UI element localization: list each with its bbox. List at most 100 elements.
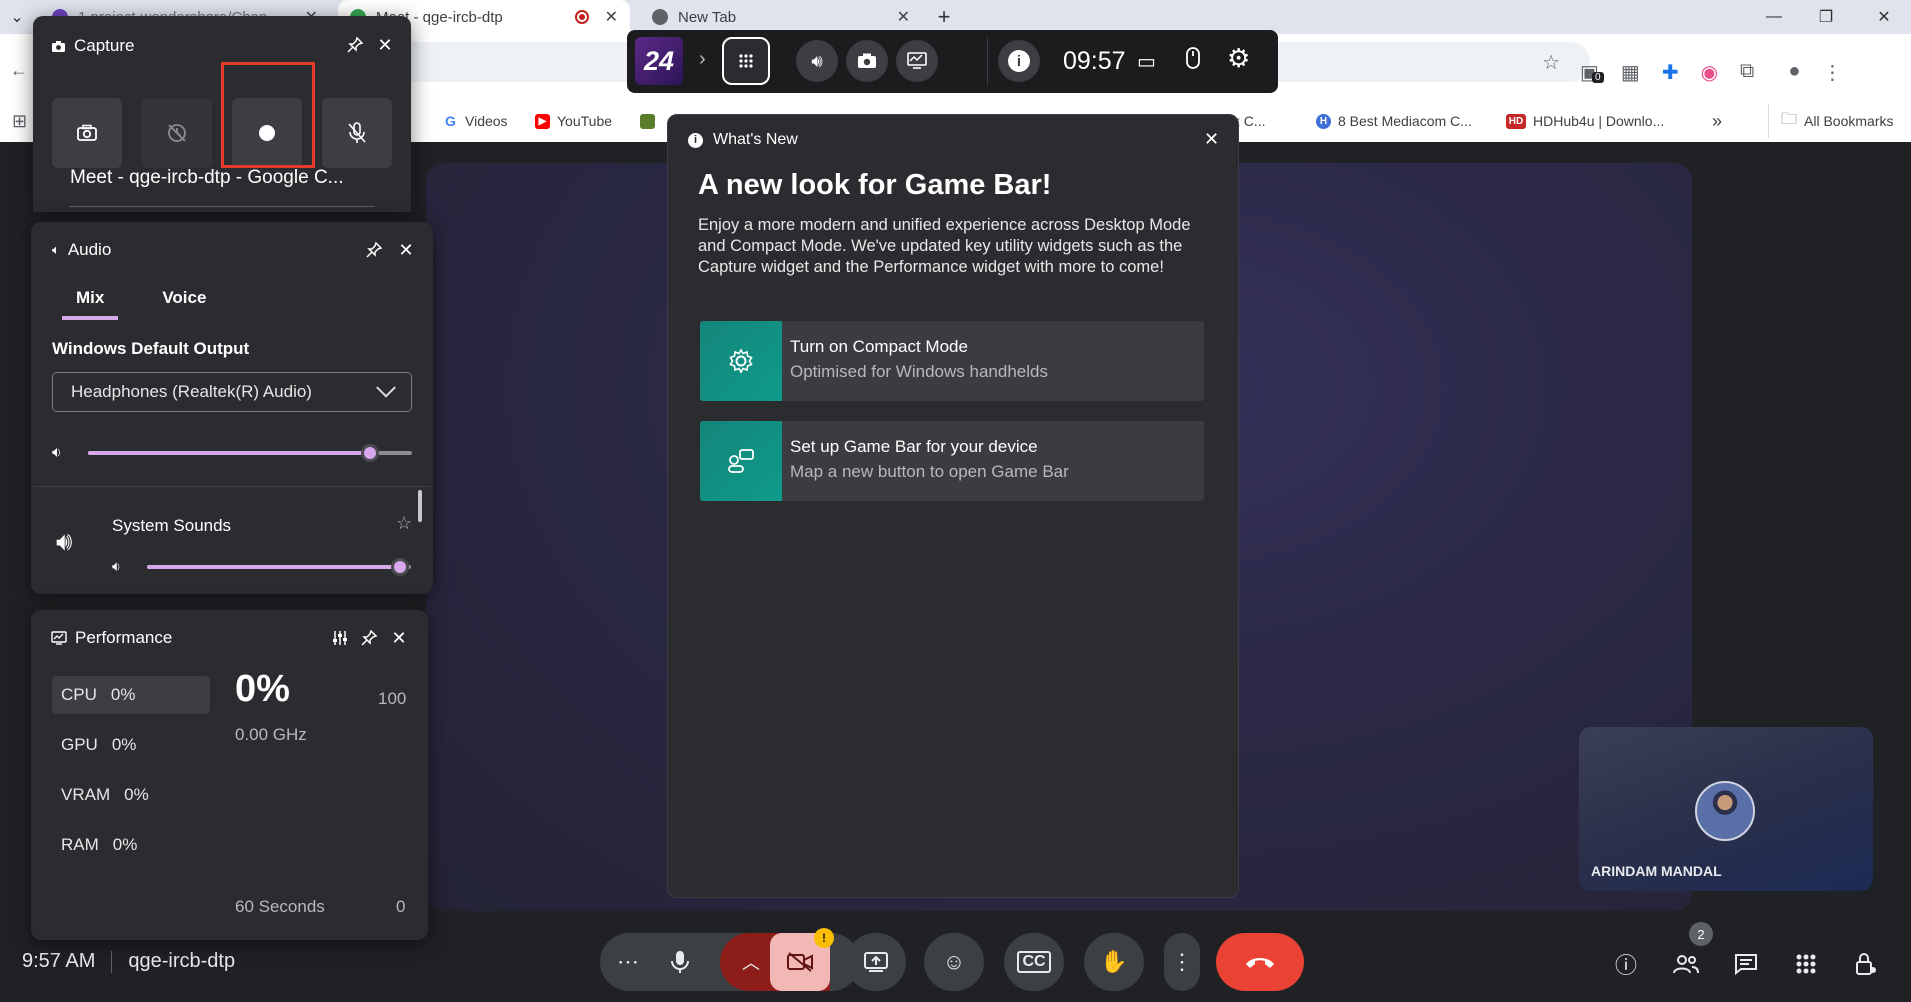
monitor-chart-icon: [51, 631, 67, 645]
stat-vram[interactable]: VRAM 0%: [52, 776, 210, 814]
mouse-icon[interactable]: [1185, 46, 1201, 75]
stat-ram[interactable]: RAM 0%: [52, 826, 210, 864]
setup-device-card[interactable]: Set up Game Bar for your device Map a ne…: [700, 421, 1204, 501]
scrollbar-thumb[interactable]: [418, 490, 422, 522]
close-tab-icon[interactable]: ✕: [605, 7, 618, 27]
graph-min-label: 0: [396, 897, 406, 916]
raise-hand-button[interactable]: ✋: [1084, 933, 1144, 991]
extensions-puzzle-icon[interactable]: ⧉: [1740, 60, 1754, 85]
screenshot-button[interactable]: [52, 98, 122, 168]
minimize-button[interactable]: —: [1746, 0, 1802, 34]
more-bookmarks-label: »: [1712, 110, 1723, 131]
self-video-tile[interactable]: ARINDAM MANDAL: [1579, 727, 1873, 891]
profile-avatar[interactable]: ●: [1788, 60, 1800, 85]
whats-new-title: A new look for Game Bar!: [698, 169, 1052, 201]
more-actions-button[interactable]: ⋮: [1164, 933, 1200, 991]
app-volume-slider[interactable]: [147, 558, 411, 576]
bookmark-videos[interactable]: G Videos: [443, 104, 508, 138]
card-subtitle: Optimised for Windows handhelds: [790, 362, 1048, 381]
master-volume-slider[interactable]: [88, 444, 412, 462]
activities-button[interactable]: [1786, 944, 1826, 984]
card-title: Set up Game Bar for your device: [790, 437, 1038, 456]
bookmark-star-icon[interactable]: ☆: [1542, 50, 1560, 75]
speaker-icon: 🔊︎: [56, 526, 73, 556]
apps-grid-icon[interactable]: ⊞: [12, 104, 27, 138]
stat-value: 0%: [124, 785, 149, 804]
audio-header: 🔈︎ Audio: [52, 240, 111, 260]
tab-search-icon[interactable]: ⌄: [0, 0, 34, 34]
close-tab-icon[interactable]: ✕: [897, 7, 910, 27]
present-screen-button[interactable]: [846, 933, 906, 991]
widget-menu-button[interactable]: [722, 37, 770, 85]
close-widget-button[interactable]: ✕: [372, 32, 398, 58]
avatar: [1695, 781, 1755, 841]
record-last-30s-button[interactable]: [142, 98, 212, 168]
stat-cpu[interactable]: CPU 0%: [52, 676, 210, 714]
menu-kebab-icon[interactable]: ⋮: [1822, 60, 1842, 85]
extension-icon[interactable]: ▦: [1621, 60, 1640, 85]
more-bookmarks-button[interactable]: »: [1712, 104, 1722, 138]
close-widget-button[interactable]: ✕: [393, 237, 419, 263]
bookmark-hdhub4u[interactable]: HD HDHub4u | Downlo...: [1506, 104, 1664, 138]
leave-call-button[interactable]: [1216, 933, 1304, 991]
pin-widget-button[interactable]: [361, 237, 387, 263]
widget-title: Performance: [75, 628, 173, 647]
more-options-button[interactable]: ⋯: [606, 933, 650, 991]
google-icon: G: [443, 113, 458, 129]
host-controls-button[interactable]: [1846, 944, 1886, 984]
extension-icon[interactable]: ✚: [1662, 60, 1679, 85]
chat-button[interactable]: [1726, 944, 1766, 984]
app-name: System Sounds: [112, 516, 232, 535]
extension-icon[interactable]: ◉: [1701, 60, 1718, 85]
pin-widget-button[interactable]: [356, 625, 382, 651]
bookmark-label: Videos: [465, 113, 508, 129]
close-whats-new-button[interactable]: ✕: [1204, 129, 1219, 150]
extension-icon[interactable]: ▣ 0: [1580, 60, 1604, 85]
favorite-star-icon[interactable]: ☆: [396, 513, 412, 534]
bookmark-mediacom[interactable]: H 8 Best Mediacom C...: [1316, 104, 1472, 138]
performance-options-button[interactable]: [327, 625, 353, 651]
pin-widget-button[interactable]: [342, 32, 368, 58]
card-title: Turn on Compact Mode: [790, 337, 968, 356]
compact-mode-card[interactable]: Turn on Compact Mode Optimised for Windo…: [700, 321, 1204, 401]
output-device-select[interactable]: Headphones (Realtek(R) Audio): [52, 372, 412, 412]
bookmark-icon-only[interactable]: [640, 104, 655, 138]
close-window-button[interactable]: ✕: [1856, 0, 1911, 34]
capture-widget-button[interactable]: [846, 40, 888, 82]
meeting-details-button[interactable]: ⓘ: [1606, 944, 1646, 984]
whats-new-button[interactable]: i: [998, 40, 1040, 82]
tab-mix[interactable]: Mix: [62, 288, 119, 320]
extension-badge: 0: [1592, 72, 1604, 83]
close-widget-button[interactable]: ✕: [386, 625, 412, 651]
tab-voice[interactable]: Voice: [148, 288, 220, 320]
game-bar: 24 › 🔊︎ i 09:57 ▭ ⚙: [627, 30, 1278, 93]
all-bookmarks-button[interactable]: 🗀 All Bookmarks: [1768, 104, 1893, 138]
volume-fill: [147, 565, 401, 569]
volume-icon: 🔉︎: [52, 444, 62, 461]
settings-gear-icon[interactable]: ⚙: [1227, 45, 1250, 71]
chevron-right-icon[interactable]: ›: [699, 48, 706, 71]
new-tab-button[interactable]: +: [924, 0, 964, 34]
volume-fill: [88, 451, 370, 455]
chrome-icon: [652, 9, 668, 25]
stat-gpu[interactable]: GPU 0%: [52, 726, 210, 764]
card-subtitle: Map a new button to open Game Bar: [790, 462, 1069, 481]
mic-button[interactable]: [654, 933, 706, 991]
volume-thumb[interactable]: [360, 444, 379, 462]
bookmark-site-icon: [640, 113, 655, 129]
audio-widget-button[interactable]: 🔊︎: [796, 40, 838, 82]
tab-new-tab[interactable]: New Tab ✕: [640, 0, 922, 34]
performance-widget-button[interactable]: [896, 40, 938, 82]
speaker-icon: 🔊︎: [811, 50, 823, 71]
reactions-button[interactable]: ☺: [924, 933, 984, 991]
captions-button[interactable]: CC: [1004, 933, 1064, 991]
game-icon[interactable]: 24: [635, 37, 683, 85]
restore-button[interactable]: ❐: [1798, 0, 1854, 34]
people-button[interactable]: [1666, 944, 1706, 984]
bookmark-youtube[interactable]: ▶ YouTube: [535, 104, 612, 138]
stat-value: 0%: [112, 835, 138, 854]
mic-toggle-button[interactable]: [322, 98, 392, 168]
cpu-usage-value: 0%: [235, 668, 290, 710]
back-icon[interactable]: ←: [10, 60, 28, 81]
battery-icon: ▭: [1137, 51, 1156, 73]
